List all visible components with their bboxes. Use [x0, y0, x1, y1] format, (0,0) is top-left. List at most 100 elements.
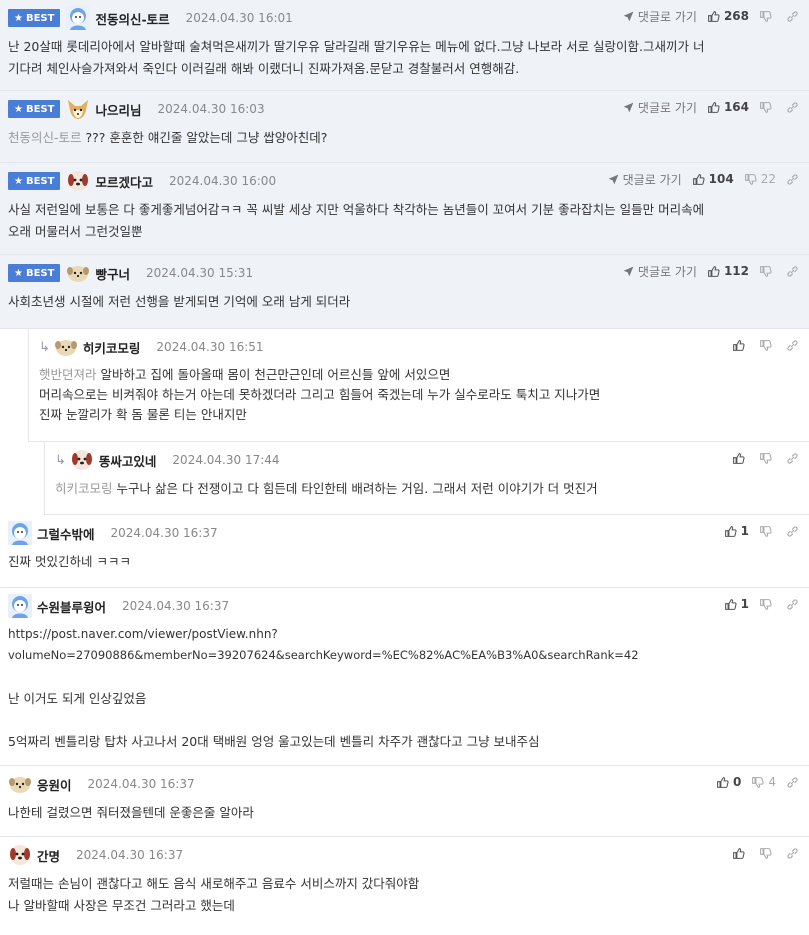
- upvote-button[interactable]: 1: [724, 597, 749, 611]
- share-link-button[interactable]: [786, 598, 799, 611]
- mention-link[interactable]: 히키코모링: [55, 481, 113, 496]
- share-link-button[interactable]: [786, 10, 799, 23]
- share-link-button[interactable]: [786, 173, 799, 186]
- share-link-button[interactable]: [786, 265, 799, 278]
- comment-body: 사실 저런일에 보통은 다 좋게좋게넘어감ㅋㅋ 꼭 씨발 세상 지만 억울하다 …: [8, 202, 705, 239]
- comment-body: 난 20살때 롯데리아에서 알바할때 술쳐먹은새끼가 딸기우유 달라길래 딸기우…: [8, 39, 705, 76]
- comment-body: 저럴때는 손님이 괜찮다고 해도 음식 새로해주고 음료수 서비스까지 갔다줘야…: [8, 876, 420, 913]
- upvote-button[interactable]: 164: [707, 100, 749, 114]
- author-nickname[interactable]: 응원이: [37, 775, 72, 794]
- send-icon: [622, 10, 635, 23]
- upvote-button[interactable]: [732, 452, 749, 465]
- downvote-button[interactable]: 4: [751, 775, 776, 789]
- avatar[interactable]: [66, 169, 90, 193]
- upvote-button[interactable]: 112: [707, 264, 749, 278]
- send-icon: [607, 173, 620, 186]
- share-link-button[interactable]: [786, 525, 799, 538]
- downvote-button[interactable]: [759, 847, 776, 860]
- author-nickname[interactable]: 수원블루윙어: [37, 597, 106, 616]
- thumbs-up-icon: [732, 847, 745, 860]
- downvote-button[interactable]: [759, 598, 776, 611]
- avatar[interactable]: [8, 521, 32, 545]
- comment-item: ★ BEST 전동의신-토르 2024.04.30 16:01 댓글로 가기 26…: [0, 0, 809, 91]
- downvote-button[interactable]: [759, 101, 776, 114]
- avatar[interactable]: [66, 6, 90, 30]
- mention-link[interactable]: 햇반뎐져라: [39, 367, 97, 382]
- share-link-button[interactable]: [786, 101, 799, 114]
- share-link-button[interactable]: [786, 339, 799, 352]
- thumbs-down-icon: [759, 598, 772, 611]
- upvote-button[interactable]: 268: [707, 9, 749, 23]
- downvote-button[interactable]: [759, 10, 776, 23]
- share-link-button[interactable]: [786, 776, 799, 789]
- avatar[interactable]: [66, 97, 90, 121]
- star-icon: ★: [14, 267, 23, 279]
- send-icon: [622, 265, 635, 278]
- downvote-button[interactable]: [759, 339, 776, 352]
- thumbs-down-icon: [759, 525, 772, 538]
- downvote-button[interactable]: [759, 525, 776, 538]
- author-nickname[interactable]: 빵구너: [95, 264, 130, 283]
- thumbs-up-icon: [716, 776, 729, 789]
- author-nickname[interactable]: 모르겠다고: [95, 172, 153, 191]
- author-nickname[interactable]: 히키코모링: [83, 338, 141, 357]
- author-nickname[interactable]: 간명: [37, 846, 60, 865]
- avatar[interactable]: [8, 843, 32, 867]
- goto-reply-button[interactable]: 댓글로 가기: [622, 99, 697, 116]
- comment-body: 햇반뎐져라 알바하고 집에 돌아올때 몸이 천근만근인데 어르신들 앞에 서있으면…: [39, 367, 601, 422]
- comment-date: 2024.04.30 16:51: [156, 340, 264, 354]
- comment-item: 그럴수밖에 2024.04.30 16:37 1 진짜 멋있긴하네 ㅋㅋㅋ: [0, 515, 809, 588]
- share-link-button[interactable]: [786, 847, 799, 860]
- upvote-button[interactable]: [732, 339, 749, 352]
- downvote-button[interactable]: [759, 452, 776, 465]
- author-nickname[interactable]: 똥싸고있네: [99, 451, 157, 470]
- link-icon: [786, 265, 799, 278]
- comment-date: 2024.04.30 17:44: [172, 453, 280, 467]
- thumbs-up-icon: [732, 339, 745, 352]
- comment-body: https://post.naver.com/viewer/postView.n…: [0, 624, 809, 762]
- link-icon: [786, 847, 799, 860]
- thumbs-up-icon: [732, 452, 745, 465]
- goto-reply-button[interactable]: 댓글로 가기: [622, 263, 697, 280]
- downvote-button[interactable]: 22: [744, 172, 776, 186]
- thumbs-down-icon: [744, 173, 757, 186]
- author-nickname[interactable]: 전동의신-토르: [95, 9, 169, 28]
- comment-item: 수원블루윙어 2024.04.30 16:37 1 https://post.n…: [0, 588, 809, 766]
- link-icon: [786, 173, 799, 186]
- thumbs-up-icon: [707, 265, 720, 278]
- link-icon: [786, 776, 799, 789]
- comment-item: ★ BEST 빵구너 2024.04.30 15:31 댓글로 가기 112 사회…: [0, 255, 809, 329]
- thumbs-down-icon: [759, 339, 772, 352]
- upvote-button[interactable]: 1: [724, 524, 749, 538]
- avatar[interactable]: [8, 594, 32, 618]
- thumbs-down-icon: [751, 776, 764, 789]
- downvote-button[interactable]: [759, 265, 776, 278]
- comment-body: 나한테 걸렸으면 줘터졌을텐데 운좋은줄 알아라: [8, 805, 254, 820]
- post-url[interactable]: https://post.naver.com/viewer/postView.n…: [8, 624, 801, 645]
- mention-link[interactable]: 천동의신-토르: [8, 130, 82, 145]
- comment-date: 2024.04.30 16:37: [87, 777, 195, 791]
- reply-arrow-icon: ↳: [55, 452, 66, 468]
- share-link-button[interactable]: [786, 452, 799, 465]
- upvote-button[interactable]: [732, 847, 749, 860]
- send-icon: [622, 101, 635, 114]
- comment-date: 2024.04.30 16:00: [168, 174, 277, 188]
- upvote-button[interactable]: 104: [692, 172, 734, 186]
- author-nickname[interactable]: 나으리님: [95, 100, 141, 119]
- avatar[interactable]: [70, 448, 94, 472]
- author-nickname[interactable]: 그럴수밖에: [37, 524, 95, 543]
- thumbs-up-icon: [707, 101, 720, 114]
- goto-reply-button[interactable]: 댓글로 가기: [622, 8, 697, 25]
- comment-date: 2024.04.30 16:37: [122, 599, 230, 613]
- comment-item: ★ BEST 모르겠다고 2024.04.30 16:00 댓글로 가기 104 …: [0, 163, 809, 255]
- link-icon: [786, 101, 799, 114]
- avatar[interactable]: [8, 772, 32, 796]
- avatar[interactable]: [54, 335, 78, 359]
- comment-item: 간명 2024.04.30 16:37 저럴때는 손님이 괜찮다고 해도 음식 …: [0, 837, 809, 933]
- avatar[interactable]: [66, 261, 90, 285]
- comment-body: 히키코모링 누구나 삶은 다 전쟁이고 다 힘든데 타인한테 배려하는 거임. 그…: [55, 481, 598, 496]
- goto-reply-button[interactable]: 댓글로 가기: [607, 171, 682, 188]
- thumbs-down-icon: [759, 101, 772, 114]
- star-icon: ★: [14, 175, 23, 187]
- upvote-button[interactable]: 0: [716, 775, 741, 789]
